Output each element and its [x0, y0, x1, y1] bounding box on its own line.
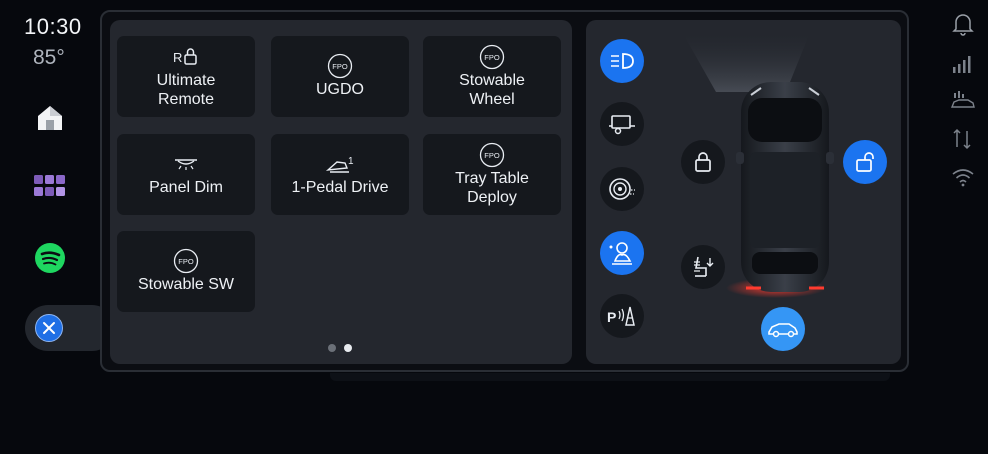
tile-one-pedal-drive[interactable]: 1 1-Pedal Drive: [271, 134, 409, 215]
driver-assist-icon[interactable]: [600, 231, 644, 275]
tile-panel-dim[interactable]: Panel Dim: [117, 134, 255, 215]
svg-text:FPO: FPO: [484, 53, 500, 62]
close-icon[interactable]: [35, 314, 63, 342]
tile-stowable-wheel[interactable]: FPO Stowable Wheel: [423, 36, 561, 117]
bell-icon[interactable]: [950, 11, 976, 37]
main-frame: R Ultimate Remote FPO UGDO FPO Stowable …: [100, 10, 909, 372]
tile-label: UGDO: [316, 81, 364, 98]
tile-label: Panel Dim: [149, 179, 223, 196]
lock-icon[interactable]: [681, 140, 725, 184]
data-transfer-icon: [950, 126, 976, 152]
outside-temperature: 85°: [33, 46, 65, 69]
page-dot-active[interactable]: [344, 344, 352, 352]
wifi-icon: [950, 164, 976, 190]
tile-label: Tray Table Deploy: [455, 169, 529, 206]
unlock-icon[interactable]: [843, 140, 887, 184]
tire-icon[interactable]: [600, 167, 644, 211]
fpo-icon: FPO: [479, 142, 505, 167]
vehicle-side-icon[interactable]: [761, 307, 805, 351]
clock: 10:30: [24, 14, 82, 39]
frame-shadow: [330, 373, 890, 381]
page-indicator: [328, 344, 352, 352]
svg-text:FPO: FPO: [332, 62, 348, 71]
right-rail: [938, 0, 988, 454]
tile-tray-table-deploy[interactable]: FPO Tray Table Deploy: [423, 134, 561, 215]
apps-grid-icon[interactable]: [32, 168, 68, 204]
seat-heat-icon[interactable]: [681, 245, 725, 289]
tile-label: Ultimate Remote: [156, 71, 216, 108]
tile-ugdo[interactable]: FPO UGDO: [271, 36, 409, 117]
tile-label: 1-Pedal Drive: [291, 179, 389, 196]
svg-text:1: 1: [348, 156, 354, 167]
spotify-icon[interactable]: [32, 240, 68, 276]
trailer-icon[interactable]: [600, 102, 644, 146]
home-icon[interactable]: [32, 100, 68, 136]
signal-bars-icon: [950, 51, 976, 77]
panel-dim-icon: [172, 152, 200, 176]
svg-text:P: P: [607, 309, 616, 325]
apps-panel: R Ultimate Remote FPO UGDO FPO Stowable …: [110, 20, 572, 364]
tile-stowable-sw[interactable]: FPO Stowable SW: [117, 231, 255, 312]
headlight-icon[interactable]: [600, 39, 644, 83]
tile-ultimate-remote[interactable]: R Ultimate Remote: [117, 36, 255, 117]
remote-lock-icon: R: [173, 45, 199, 69]
vehicle-panel: P: [586, 20, 901, 364]
page-dot[interactable]: [328, 344, 336, 352]
fpo-icon: FPO: [327, 53, 353, 79]
park-assist-icon[interactable]: P: [600, 294, 644, 338]
tile-label: Stowable Wheel: [459, 71, 525, 108]
fpo-icon: FPO: [173, 248, 199, 274]
left-rail: 10:30 85°: [0, 0, 115, 454]
one-pedal-icon: 1: [325, 152, 355, 176]
svg-text:R: R: [173, 50, 182, 65]
fpo-icon: FPO: [479, 44, 505, 69]
svg-text:FPO: FPO: [178, 257, 194, 266]
vehicle-signal-icon: [950, 88, 976, 114]
svg-text:FPO: FPO: [484, 151, 500, 160]
tile-label: Stowable SW: [137, 276, 235, 293]
